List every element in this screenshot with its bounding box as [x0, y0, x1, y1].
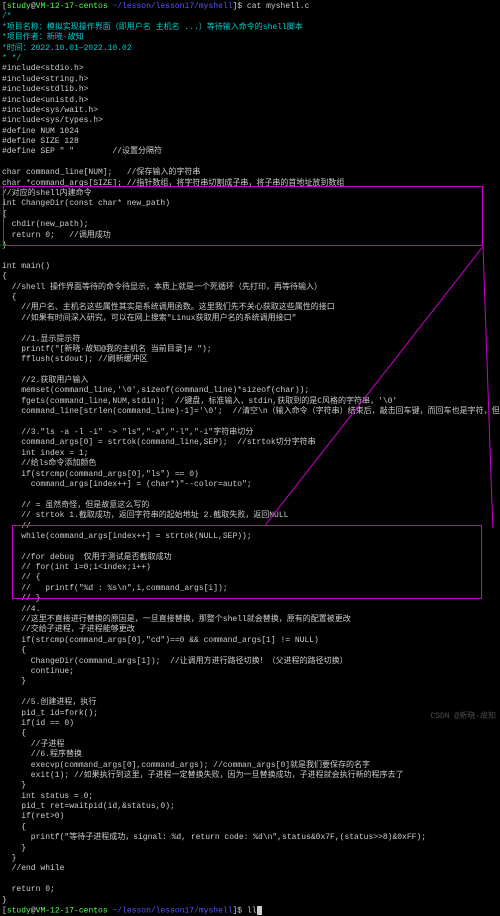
command-text: cat myshell.c: [247, 2, 309, 11]
fork-block: //5.创建进程，执行 pid_t id=fork(); if(id == 0)…: [2, 688, 498, 906]
user: study: [7, 907, 31, 916]
host: VM-12-17-centos: [36, 2, 108, 11]
watermark: CSDN @新晓·故知: [430, 712, 496, 722]
prompt-line-1: [study@VM-12-17-centos ~/lesson/lesson17…: [2, 2, 498, 12]
header-comments: /* *项目名称：模拟实现操作界面（即用户名 主机名 ...）等待输入命令的sh…: [2, 12, 498, 64]
changedir-function: //对应的shell内建命令 int ChangeDir(const char*…: [2, 189, 498, 251]
cd-block: //4. //这里不直接进行替换的原因是，一旦直接替换，那整个shell就会替换…: [2, 605, 498, 688]
user: study: [7, 2, 31, 11]
includes-block: #include<stdio.h> #include<string.h> #in…: [2, 64, 498, 126]
cursor: [257, 906, 262, 915]
prompt-line-2: [study@VM-12-17-centos ~/lesson/lesson17…: [2, 906, 498, 916]
defines-block: #define NUM 1024 #define SIZE 128 #defin…: [2, 127, 498, 189]
host: VM-12-17-centos: [36, 907, 108, 916]
command-text: ll: [247, 907, 257, 916]
main-start-block: int main() { //shell 操作界面等待的命令待显示，本质上就是一…: [2, 251, 498, 604]
path: ~/lesson/lesson17/myshell: [112, 907, 232, 916]
terminal-container[interactable]: [study@VM-12-17-centos ~/lesson/lesson17…: [2, 2, 498, 916]
path: ~/lesson/lesson17/myshell: [112, 2, 232, 11]
